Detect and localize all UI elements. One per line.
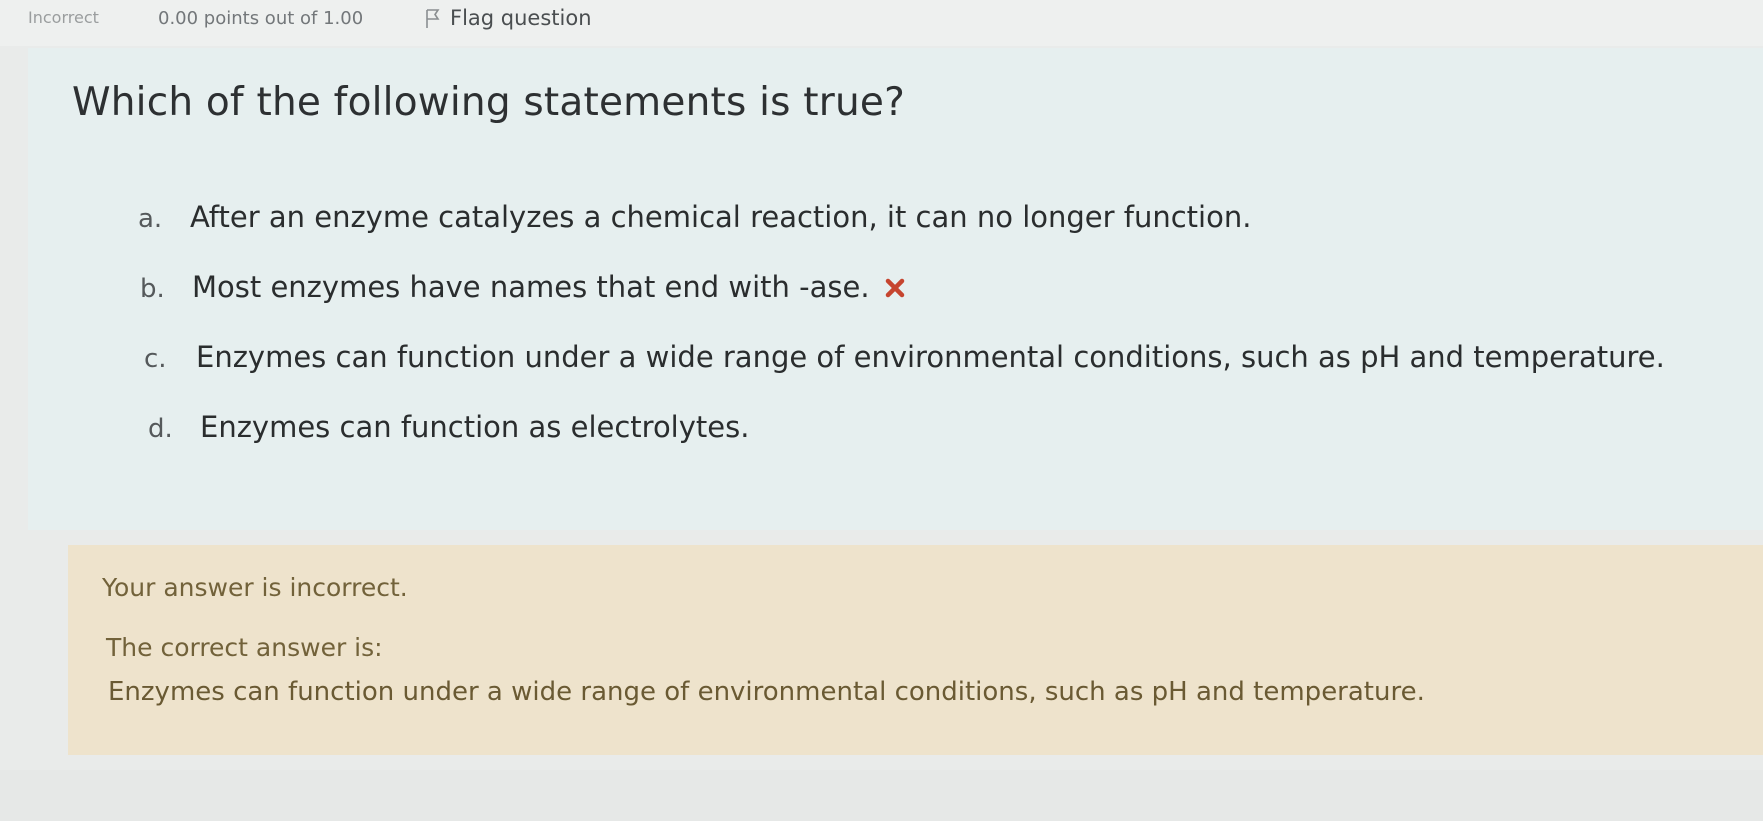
answer-text: Enzymes can function under a wide range … (196, 340, 1665, 374)
answer-option-b[interactable]: b. Most enzymes have names that end with… (140, 270, 906, 304)
answer-letter: c. (144, 344, 167, 374)
correct-answer-text: Enzymes can function under a wide range … (108, 677, 1425, 707)
answer-letter: d. (148, 414, 173, 444)
feedback-panel: Your answer is incorrect. The correct an… (68, 545, 1763, 755)
question-grade: 0.00 points out of 1.00 (158, 8, 364, 29)
answer-text: Most enzymes have names that end with -a… (192, 270, 870, 304)
answer-letter: a. (138, 204, 163, 234)
answer-letter: b. (140, 274, 165, 304)
correct-answer-label: The correct answer is: (106, 633, 383, 662)
cross-icon (884, 277, 906, 299)
page-bottom-area (0, 770, 1763, 821)
flag-icon (424, 7, 442, 29)
answer-text: Enzymes can function as electrolytes. (200, 410, 750, 444)
question-content: Which of the following statements is tru… (28, 48, 1763, 530)
answer-option-d[interactable]: d. Enzymes can function as electrolytes. (148, 410, 749, 444)
answer-option-a[interactable]: a. After an enzyme catalyzes a chemical … (138, 200, 1251, 234)
answer-text: After an enzyme catalyzes a chemical rea… (190, 200, 1252, 234)
feedback-result: Your answer is incorrect. (102, 573, 408, 602)
question-text: Which of the following statements is tru… (72, 80, 905, 125)
answer-option-c[interactable]: c. Enzymes can function under a wide ran… (144, 340, 1665, 374)
question-status: Incorrect (28, 8, 99, 27)
flag-question-label: Flag question (450, 6, 592, 30)
flag-question-button[interactable]: Flag question (424, 6, 592, 30)
question-info-bar: Incorrect 0.00 points out of 1.00 Flag q… (0, 0, 1763, 46)
